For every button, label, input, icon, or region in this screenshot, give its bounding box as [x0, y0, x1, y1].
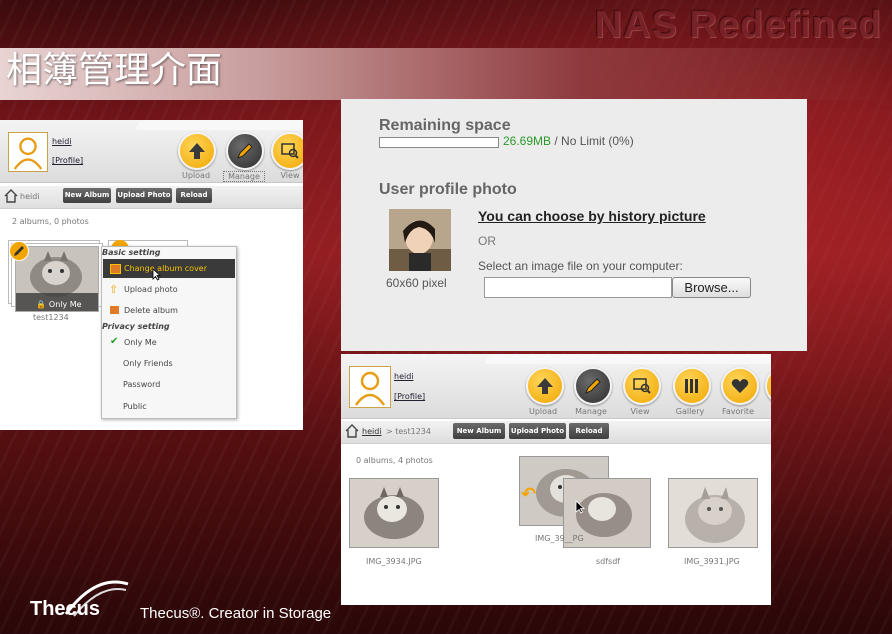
view-label: View	[280, 171, 300, 180]
profile-link[interactable]: [Profile]	[52, 156, 83, 165]
menu-privacy-public[interactable]: Public	[123, 402, 147, 411]
home-icon[interactable]	[345, 424, 359, 438]
upload-arrow-icon: ⇧	[109, 283, 119, 296]
manage-button[interactable]	[226, 132, 264, 170]
mouse-cursor-icon	[575, 500, 585, 514]
username-link[interactable]: heidi	[52, 137, 72, 146]
favorite-label: Favorite	[722, 407, 754, 416]
upload-arrow-icon	[189, 143, 205, 159]
photo-thumb[interactable]	[668, 478, 758, 548]
photo-summary: 0 albums, 4 photos	[356, 456, 433, 465]
browse-button[interactable]: Browse...	[672, 277, 751, 298]
upload-label: Upload	[528, 407, 558, 416]
image-file-input[interactable]	[484, 277, 672, 298]
pencil-icon	[237, 143, 253, 159]
basic-setting-heading: Basic setting	[102, 248, 161, 257]
manage-label: Manage	[575, 407, 607, 416]
footer-logo: Thecus	[30, 598, 101, 620]
privacy-badge: Only Me	[48, 300, 82, 309]
reload-button[interactable]: Reload	[569, 423, 609, 439]
image-search-icon	[633, 378, 651, 394]
toolbar: heidi New Album Upload Photo Reload	[0, 186, 303, 209]
view-label: View	[630, 407, 650, 416]
upload-button[interactable]	[526, 367, 564, 405]
upload-arrow-icon	[537, 378, 553, 394]
reload-button[interactable]: Reload	[176, 188, 212, 203]
username-link[interactable]: heidi	[394, 372, 414, 381]
photo-filename[interactable]: sdfsdf	[596, 557, 620, 566]
gallery-label: Gallery	[675, 407, 705, 416]
select-image-label: Select an image file on your computer:	[478, 259, 683, 273]
upload-button[interactable]	[178, 132, 216, 170]
profile-photo-heading: User profile photo	[379, 181, 517, 198]
pencil-icon	[585, 378, 601, 394]
remaining-space-limit: / No Limit (0%)	[554, 134, 634, 148]
remaining-space-value: 26.69MB	[503, 134, 552, 148]
or-text: OR	[478, 234, 496, 248]
profile-photo	[389, 209, 451, 271]
check-icon: ✔	[110, 336, 119, 347]
profile-link[interactable]: [Profile]	[394, 392, 425, 401]
album-manage-screenshot: heidi [Profile] Upload Manage View heidi…	[0, 120, 303, 430]
manage-label: Manage	[223, 171, 265, 182]
heart-icon	[731, 379, 749, 393]
rotate-left-icon[interactable]: ↶	[521, 484, 536, 505]
home-icon[interactable]	[4, 189, 18, 203]
menu-change-album-cover[interactable]: Change album cover	[103, 259, 235, 278]
profile-settings-screenshot: Remaining space 26.69MB / No Limit (0%) …	[341, 99, 807, 351]
album-name[interactable]: test1234	[33, 313, 69, 322]
avatar[interactable]	[349, 366, 391, 408]
menu-upload-photo[interactable]: ⇧ Upload photo	[103, 280, 235, 299]
photo-size-caption: 60x60 pixel	[386, 276, 447, 290]
menu-delete-album[interactable]: Delete album	[103, 301, 235, 320]
album-context-menu: Basic setting Change album cover ⇧ Uploa…	[101, 246, 237, 419]
photo-filename[interactable]: IMG_3934.JPG	[366, 557, 422, 566]
menu-privacy-only-me[interactable]: ✔ Only Me	[103, 333, 235, 352]
choose-history-picture-link[interactable]: You can choose by history picture	[478, 208, 706, 224]
remaining-space-bar	[379, 137, 499, 148]
avatar[interactable]	[8, 132, 48, 172]
breadcrumb-album: > test1234	[386, 427, 431, 436]
upload-photo-button[interactable]: Upload Photo	[116, 188, 172, 203]
mouse-cursor-icon	[152, 268, 161, 281]
breadcrumb-user[interactable]: heidi	[362, 427, 382, 436]
breadcrumb-user[interactable]: heidi	[20, 192, 40, 201]
slide-title: 相簿管理介面	[6, 50, 223, 91]
view-button[interactable]	[271, 132, 303, 170]
album-summary: 2 albums, 0 photos	[12, 217, 89, 226]
edit-album-pencil-icon[interactable]	[9, 241, 29, 261]
image-search-icon	[281, 143, 299, 159]
album-photos-screenshot: heidi [Profile] Upload Manage View Galle…	[341, 354, 771, 605]
upload-photo-button[interactable]: Upload Photo	[509, 423, 566, 439]
brand-title: NAS Redefined	[594, 4, 882, 46]
view-button[interactable]	[623, 367, 661, 405]
photo-filename[interactable]: IMG_3931.JPG	[684, 557, 740, 566]
picture-icon	[110, 264, 121, 274]
gallery-button[interactable]	[673, 367, 711, 405]
menu-privacy-only-friends[interactable]: Only Friends	[123, 359, 173, 368]
new-album-button[interactable]: New Album	[63, 188, 111, 203]
toolbar: heidi > test1234 New Album Upload Photo …	[341, 421, 771, 444]
footer-tagline: Thecus®. Creator in Storage	[140, 605, 332, 622]
privacy-setting-heading: Privacy setting	[102, 322, 170, 331]
upload-label: Upload	[181, 171, 211, 180]
menu-privacy-password[interactable]: Password	[123, 380, 160, 389]
delete-album-icon	[110, 306, 119, 314]
gallery-icon	[685, 379, 698, 393]
manage-button[interactable]	[574, 367, 612, 405]
photo-thumb[interactable]	[349, 478, 439, 548]
photo-filename[interactable]: IMG_39__PG	[535, 534, 584, 543]
new-album-button[interactable]: New Album	[453, 423, 505, 439]
remaining-space-heading: Remaining space	[379, 117, 511, 134]
lock-icon: 🔒	[36, 300, 47, 309]
favorite-button[interactable]	[721, 367, 759, 405]
